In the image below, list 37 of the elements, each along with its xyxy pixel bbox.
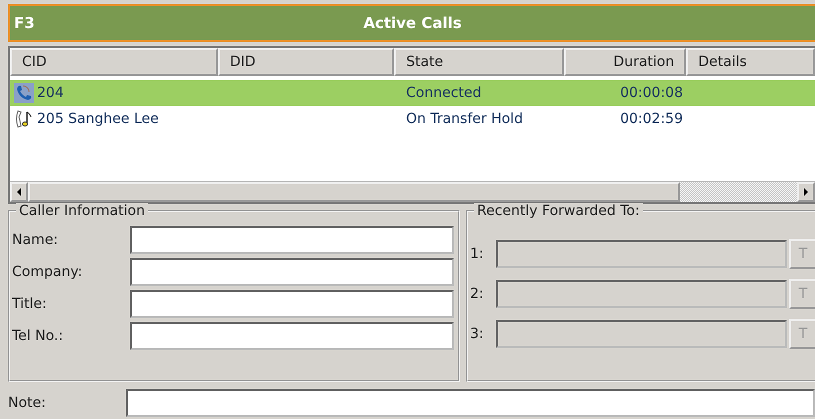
field-label: Company: — [12, 264, 84, 280]
call-row[interactable]: 205 Sanghee Lee On Transfer Hold 00:02:59 — [10, 106, 815, 132]
shortcut-key-label: F3 — [13, 14, 35, 32]
horizontal-scrollbar[interactable] — [10, 181, 815, 202]
table-cell: 204 — [37, 85, 64, 101]
left-arrow-icon — [16, 188, 22, 196]
scrollbar-thumb[interactable] — [28, 182, 680, 202]
group-title: Recently Forwarded To: — [474, 203, 643, 219]
phone-music-icon — [14, 109, 34, 129]
input-field[interactable] — [130, 258, 454, 286]
input-field[interactable] — [130, 322, 454, 350]
field-label: Title: — [12, 296, 48, 312]
field-label: 3: — [470, 326, 485, 342]
window-title: Active Calls — [363, 14, 462, 32]
phone-icon — [14, 83, 34, 103]
scroll-right-button[interactable] — [797, 182, 815, 202]
field-label: Tel No.: — [12, 328, 64, 344]
field-label: Name: — [12, 232, 60, 248]
table-cell: 205 Sanghee Lee — [37, 111, 159, 127]
field-label: Note: — [8, 395, 47, 411]
right-arrow-icon — [803, 188, 809, 196]
scroll-left-button[interactable] — [10, 182, 28, 202]
table-cell: Connected — [406, 85, 482, 101]
column-header[interactable]: Duration — [564, 48, 686, 76]
column-header[interactable]: Details — [686, 48, 815, 76]
table-cell: On Transfer Hold — [406, 111, 523, 127]
column-header[interactable]: DID — [218, 48, 394, 76]
field-label: 1: — [470, 246, 485, 262]
field-label: 2: — [470, 286, 485, 302]
note-field[interactable] — [126, 389, 815, 417]
table-cell: 00:02:59 — [620, 111, 683, 127]
table-cell: 00:00:08 — [620, 85, 683, 101]
call-row[interactable]: 204 Connected 00:00:08 — [10, 80, 815, 106]
input-field[interactable] — [130, 290, 454, 318]
column-header[interactable]: State — [394, 48, 564, 76]
column-header[interactable]: CID — [10, 48, 218, 76]
input-field[interactable] — [130, 226, 454, 254]
